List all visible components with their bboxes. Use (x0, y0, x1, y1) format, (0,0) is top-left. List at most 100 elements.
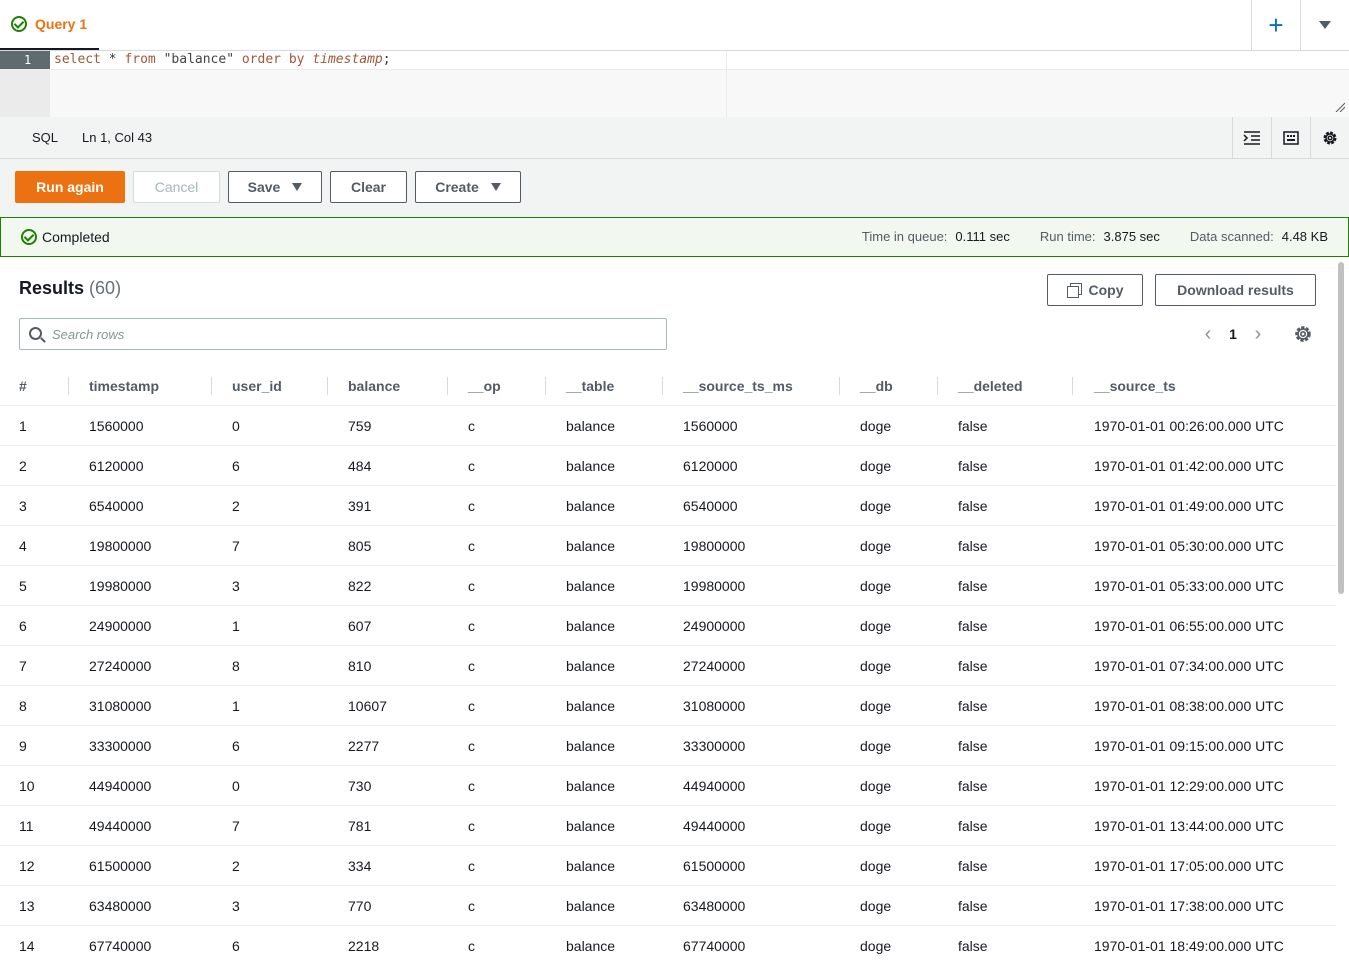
code-identifier: timestamp (312, 52, 383, 67)
table-row[interactable]: 3 6540000 2 391 c balance 6540000 doge false 1970… (0, 486, 1336, 526)
column-divider[interactable] (211, 377, 212, 395)
table-row[interactable]: 14 67740000 6 2218 c balance 67740000 doge false… (0, 926, 1336, 964)
format-query-button[interactable] (1232, 117, 1271, 158)
table-cell: 1970-01-01 00:26:00.000 UTC (1094, 418, 1284, 434)
current-page[interactable]: 1 (1219, 326, 1247, 342)
table-cell: 31080000 (89, 698, 152, 714)
table-cell: 7 (19, 658, 27, 674)
chevron-left-icon[interactable]: ‹ (1197, 320, 1219, 348)
save-button[interactable]: Save (228, 171, 322, 203)
column-header[interactable]: __op (468, 366, 501, 406)
table-cell: 0 (232, 418, 240, 434)
cursor-position: Ln 1, Col 43 (82, 130, 153, 145)
table-cell: 1560000 (89, 418, 144, 434)
query-status-banner: Completed Time in queue: 0.111 sec Run ti… (0, 217, 1349, 257)
chevron-down-icon (1319, 21, 1331, 29)
create-button[interactable]: Create (415, 171, 521, 203)
column-divider[interactable] (327, 377, 328, 395)
table-row[interactable]: 12 61500000 2 334 c balance 61500000 doge false 1… (0, 846, 1336, 886)
column-header[interactable]: balance (348, 366, 400, 406)
line-number: 1 (0, 51, 50, 69)
results-count: (60) (89, 278, 122, 298)
table-cell: balance (566, 498, 616, 514)
column-header[interactable]: # (19, 366, 27, 406)
keyboard-shortcuts-button[interactable] (1271, 117, 1310, 158)
search-rows-field[interactable] (19, 318, 667, 350)
stat-value: 3.875 sec (1103, 229, 1160, 244)
table-cell: 8 (19, 698, 27, 714)
table-cell: 19980000 (683, 578, 746, 594)
sql-editor[interactable]: 1 select * from "balance" order by times… (0, 51, 1349, 117)
table-cell: 44940000 (89, 778, 152, 794)
table-cell: 6120000 (683, 458, 738, 474)
column-header[interactable]: __source_ts_ms (683, 366, 793, 406)
copy-button[interactable]: Copy (1047, 274, 1143, 306)
run-again-button[interactable]: Run again (15, 171, 125, 203)
download-results-button[interactable]: Download results (1155, 274, 1316, 306)
new-query-button[interactable]: + (1251, 0, 1300, 50)
column-divider[interactable] (662, 377, 663, 395)
results-table: # timestamp user_id balance __op __table __sou… (0, 366, 1336, 964)
table-row[interactable]: 5 19980000 3 822 c balance 19980000 doge false 19… (0, 566, 1336, 606)
table-row[interactable]: 11 49440000 7 781 c balance 49440000 doge false 1… (0, 806, 1336, 846)
stat-data-scanned: Data scanned: 4.48 KB (1190, 229, 1328, 244)
table-cell: 1970-01-01 08:38:00.000 UTC (1094, 698, 1284, 714)
editor-gutter: 1 (0, 51, 50, 117)
column-header[interactable]: timestamp (89, 366, 159, 406)
table-cell: 1970-01-01 05:33:00.000 UTC (1094, 578, 1284, 594)
code-string: "balance" (155, 52, 242, 67)
column-header[interactable]: __deleted (958, 366, 1023, 406)
column-header[interactable]: __db (860, 366, 893, 406)
tab-menu-button[interactable] (1300, 0, 1349, 50)
table-cell: 6 (232, 458, 240, 474)
search-input[interactable] (52, 319, 652, 349)
column-divider[interactable] (545, 377, 546, 395)
table-cell: 3 (19, 498, 27, 514)
table-cell: 19800000 (89, 538, 152, 554)
table-cell: 8 (232, 658, 240, 674)
table-cell: c (468, 458, 475, 474)
table-row[interactable]: 7 27240000 8 810 c balance 27240000 doge false 19… (0, 646, 1336, 686)
column-header[interactable]: __table (566, 366, 614, 406)
table-row[interactable]: 2 6120000 6 484 c balance 6120000 doge false 1970… (0, 446, 1336, 486)
table-cell: doge (860, 818, 892, 834)
editor-print-margin (726, 51, 727, 117)
column-divider[interactable] (68, 377, 69, 395)
table-cell: 781 (348, 818, 372, 834)
scrollbar[interactable] (1338, 262, 1344, 594)
table-cell: 63480000 (683, 898, 746, 914)
column-header[interactable]: user_id (232, 366, 282, 406)
table-cell: 770 (348, 898, 372, 914)
editor-settings-button[interactable] (1310, 117, 1349, 158)
column-divider[interactable] (839, 377, 840, 395)
table-row[interactable]: 8 31080000 1 10607 c balance 31080000 doge false… (0, 686, 1336, 726)
column-divider[interactable] (1072, 377, 1073, 395)
resize-icon[interactable] (1335, 102, 1345, 112)
chevron-right-icon[interactable]: › (1247, 320, 1269, 348)
column-divider[interactable] (447, 377, 448, 395)
clear-button[interactable]: Clear (330, 171, 407, 203)
table-cell: c (468, 938, 475, 954)
table-cell: balance (566, 578, 616, 594)
table-row[interactable]: 9 33300000 6 2277 c balance 33300000 doge false 1… (0, 726, 1336, 766)
table-cell: c (468, 818, 475, 834)
column-divider[interactable] (937, 377, 938, 395)
editor-empty-area[interactable] (50, 70, 1349, 117)
table-row[interactable]: 13 63480000 3 770 c balance 63480000 doge false 1… (0, 886, 1336, 926)
column-header[interactable]: __source_ts (1094, 366, 1176, 406)
table-row[interactable]: 1 1560000 0 759 c balance 1560000 doge false 1970… (0, 406, 1336, 446)
indent-icon (1243, 130, 1260, 145)
table-cell: 1 (232, 618, 240, 634)
table-cell: 759 (348, 418, 372, 434)
sql-query-text[interactable]: select * from "balance" order by timesta… (54, 52, 391, 68)
table-cell: c (468, 538, 475, 554)
search-icon (29, 327, 42, 340)
table-cell: 5 (19, 578, 27, 594)
table-row[interactable]: 4 19800000 7 805 c balance 19800000 doge false 19… (0, 526, 1336, 566)
cancel-button[interactable]: Cancel (133, 171, 220, 203)
table-row[interactable]: 10 44940000 0 730 c balance 44940000 doge false 1… (0, 766, 1336, 806)
tab-query-1[interactable]: Query 1 (0, 0, 99, 50)
gear-icon[interactable] (1293, 324, 1313, 344)
table-cell: 13 (19, 898, 35, 914)
table-row[interactable]: 6 24900000 1 607 c balance 24900000 doge false 19… (0, 606, 1336, 646)
